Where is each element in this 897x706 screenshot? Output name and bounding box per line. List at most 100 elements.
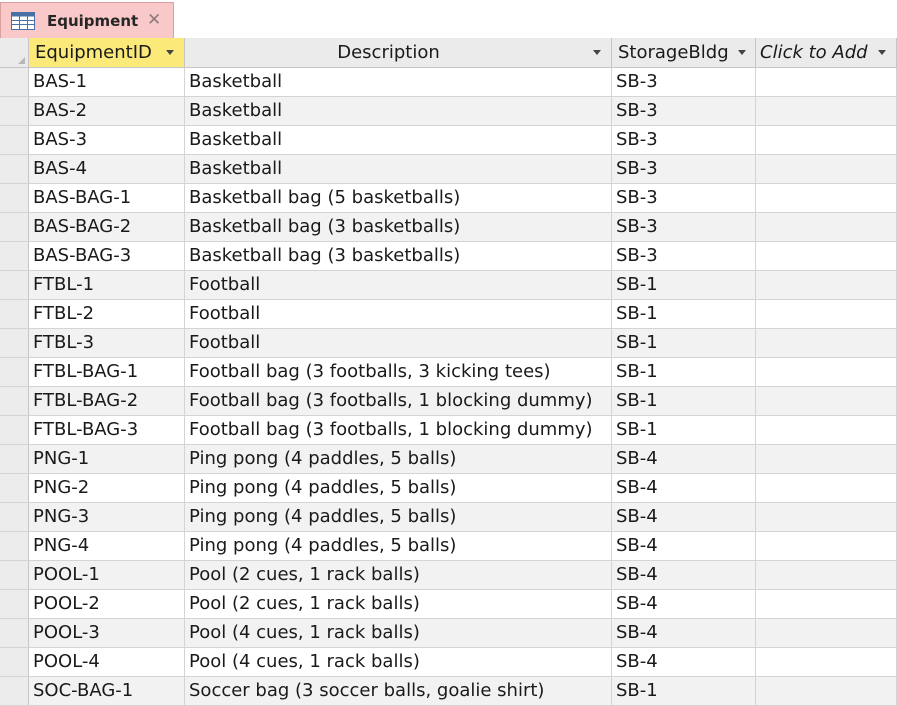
cell-description[interactable]: Basketball bag (5 basketballs) (185, 184, 612, 212)
cell-equipmentid[interactable]: FTBL-2 (29, 300, 185, 328)
cell-click-to-add[interactable] (756, 213, 897, 241)
record-selector[interactable] (0, 416, 29, 444)
cell-description[interactable]: Pool (4 cues, 1 rack balls) (185, 648, 612, 676)
cell-storagebldg[interactable]: SB-4 (612, 474, 756, 502)
cell-description[interactable]: Basketball (185, 155, 612, 183)
record-selector[interactable] (0, 184, 29, 212)
cell-description[interactable]: Ping pong (4 paddles, 5 balls) (185, 474, 612, 502)
cell-storagebldg[interactable]: SB-3 (612, 184, 756, 212)
record-selector[interactable] (0, 474, 29, 502)
cell-click-to-add[interactable] (756, 155, 897, 183)
cell-click-to-add[interactable] (756, 474, 897, 502)
cell-click-to-add[interactable] (756, 445, 897, 473)
cell-click-to-add[interactable] (756, 358, 897, 386)
cell-equipmentid[interactable]: POOL-4 (29, 648, 185, 676)
cell-storagebldg[interactable]: SB-1 (612, 677, 756, 705)
cell-description[interactable]: Basketball (185, 97, 612, 125)
select-all-corner[interactable] (0, 38, 29, 67)
cell-click-to-add[interactable] (756, 184, 897, 212)
cell-storagebldg[interactable]: SB-4 (612, 648, 756, 676)
column-header-equipmentid[interactable]: EquipmentID (29, 38, 185, 67)
cell-description[interactable]: Ping pong (4 paddles, 5 balls) (185, 532, 612, 560)
cell-storagebldg[interactable]: SB-1 (612, 271, 756, 299)
record-selector[interactable] (0, 358, 29, 386)
cell-storagebldg[interactable]: SB-3 (612, 97, 756, 125)
record-selector[interactable] (0, 242, 29, 270)
dropdown-arrow-icon[interactable] (166, 50, 174, 55)
cell-storagebldg[interactable]: SB-3 (612, 68, 756, 96)
cell-description[interactable]: Basketball (185, 68, 612, 96)
cell-equipmentid[interactable]: FTBL-BAG-2 (29, 387, 185, 415)
cell-description[interactable]: Basketball bag (3 basketballs) (185, 213, 612, 241)
column-header-description[interactable]: Description (185, 38, 612, 67)
cell-click-to-add[interactable] (756, 97, 897, 125)
tab-equipment[interactable]: Equipment ✕ (0, 2, 174, 38)
cell-storagebldg[interactable]: SB-4 (612, 619, 756, 647)
cell-storagebldg[interactable]: SB-1 (612, 358, 756, 386)
cell-click-to-add[interactable] (756, 271, 897, 299)
record-selector[interactable] (0, 97, 29, 125)
cell-equipmentid[interactable]: BAS-3 (29, 126, 185, 154)
cell-equipmentid[interactable]: FTBL-1 (29, 271, 185, 299)
record-selector[interactable] (0, 648, 29, 676)
cell-description[interactable]: Basketball bag (3 basketballs) (185, 242, 612, 270)
cell-description[interactable]: Football (185, 271, 612, 299)
record-selector[interactable] (0, 677, 29, 705)
cell-equipmentid[interactable]: POOL-2 (29, 590, 185, 618)
cell-storagebldg[interactable]: SB-4 (612, 503, 756, 531)
close-icon[interactable]: ✕ (147, 10, 161, 30)
cell-description[interactable]: Pool (4 cues, 1 rack balls) (185, 619, 612, 647)
cell-equipmentid[interactable]: PNG-4 (29, 532, 185, 560)
cell-equipmentid[interactable]: BAS-BAG-3 (29, 242, 185, 270)
cell-storagebldg[interactable]: SB-4 (612, 590, 756, 618)
record-selector[interactable] (0, 68, 29, 96)
record-selector[interactable] (0, 155, 29, 183)
column-header-storagebldg[interactable]: StorageBldg (612, 38, 756, 67)
cell-click-to-add[interactable] (756, 387, 897, 415)
record-selector[interactable] (0, 561, 29, 589)
cell-description[interactable]: Football bag (3 footballs, 1 blocking du… (185, 416, 612, 444)
cell-storagebldg[interactable]: SB-1 (612, 300, 756, 328)
cell-description[interactable]: Ping pong (4 paddles, 5 balls) (185, 445, 612, 473)
cell-click-to-add[interactable] (756, 532, 897, 560)
cell-storagebldg[interactable]: SB-1 (612, 416, 756, 444)
cell-description[interactable]: Pool (2 cues, 1 rack balls) (185, 561, 612, 589)
cell-equipmentid[interactable]: BAS-4 (29, 155, 185, 183)
cell-click-to-add[interactable] (756, 126, 897, 154)
cell-description[interactable]: Ping pong (4 paddles, 5 balls) (185, 503, 612, 531)
cell-equipmentid[interactable]: BAS-1 (29, 68, 185, 96)
cell-equipmentid[interactable]: SOC-BAG-1 (29, 677, 185, 705)
record-selector[interactable] (0, 445, 29, 473)
cell-equipmentid[interactable]: POOL-1 (29, 561, 185, 589)
cell-equipmentid[interactable]: PNG-1 (29, 445, 185, 473)
cell-click-to-add[interactable] (756, 648, 897, 676)
cell-storagebldg[interactable]: SB-3 (612, 155, 756, 183)
cell-click-to-add[interactable] (756, 242, 897, 270)
cell-equipmentid[interactable]: BAS-BAG-1 (29, 184, 185, 212)
cell-storagebldg[interactable]: SB-4 (612, 561, 756, 589)
cell-storagebldg[interactable]: SB-3 (612, 126, 756, 154)
cell-storagebldg[interactable]: SB-1 (612, 329, 756, 357)
record-selector[interactable] (0, 329, 29, 357)
cell-storagebldg[interactable]: SB-3 (612, 242, 756, 270)
cell-description[interactable]: Pool (2 cues, 1 rack balls) (185, 590, 612, 618)
cell-equipmentid[interactable]: POOL-3 (29, 619, 185, 647)
cell-equipmentid[interactable]: PNG-3 (29, 503, 185, 531)
dropdown-arrow-icon[interactable] (738, 50, 746, 55)
cell-equipmentid[interactable]: FTBL-BAG-3 (29, 416, 185, 444)
cell-storagebldg[interactable]: SB-4 (612, 532, 756, 560)
record-selector[interactable] (0, 213, 29, 241)
cell-click-to-add[interactable] (756, 329, 897, 357)
record-selector[interactable] (0, 271, 29, 299)
cell-equipmentid[interactable]: FTBL-BAG-1 (29, 358, 185, 386)
cell-click-to-add[interactable] (756, 619, 897, 647)
cell-click-to-add[interactable] (756, 68, 897, 96)
record-selector[interactable] (0, 532, 29, 560)
cell-equipmentid[interactable]: BAS-BAG-2 (29, 213, 185, 241)
dropdown-arrow-icon[interactable] (878, 50, 886, 55)
cell-click-to-add[interactable] (756, 677, 897, 705)
cell-description[interactable]: Football (185, 300, 612, 328)
column-header-click-to-add[interactable]: Click to Add (756, 38, 897, 67)
cell-storagebldg[interactable]: SB-4 (612, 445, 756, 473)
record-selector[interactable] (0, 126, 29, 154)
